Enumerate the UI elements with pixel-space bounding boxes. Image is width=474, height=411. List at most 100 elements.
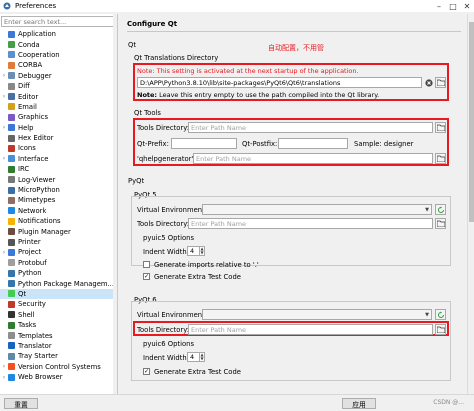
chevron-right-icon[interactable]: › — [0, 155, 8, 162]
pyuic5-indent-label: Indent Width: — [143, 248, 189, 256]
sidebar-item[interactable]: Plugin Manager — [0, 226, 114, 236]
clear-icon[interactable] — [423, 77, 434, 88]
pyuic6-extra-checkbox[interactable]: ✓ — [143, 368, 150, 375]
sidebar-item[interactable]: Icons — [0, 143, 114, 153]
reset-button[interactable]: 重置 — [4, 398, 38, 409]
sidebar-item[interactable]: › Interface — [0, 154, 114, 164]
item-icon — [8, 72, 15, 80]
sidebar-item[interactable]: Tray Starter — [0, 351, 114, 361]
sidebar-item-label: Plugin Manager — [18, 227, 71, 236]
pyqt6-tools-input[interactable]: Enter Path Name — [188, 324, 433, 335]
sidebar-item[interactable]: Shell — [0, 310, 114, 320]
chevron-right-icon[interactable]: › — [0, 93, 8, 100]
search-input[interactable] — [1, 16, 115, 27]
close-icon[interactable]: ✕ — [460, 0, 474, 12]
item-icon — [8, 165, 15, 173]
sidebar-item[interactable]: Network — [0, 206, 114, 216]
sidebar-item[interactable]: › Help — [0, 123, 114, 133]
minimize-icon[interactable]: – — [432, 0, 446, 12]
sidebar-item[interactable]: › Web Browser — [0, 372, 114, 382]
item-icon — [8, 238, 15, 246]
sidebar-item[interactable]: Application — [0, 29, 114, 39]
refresh-icon[interactable] — [435, 309, 446, 320]
sidebar-item[interactable]: Python Package Managem... — [0, 278, 114, 288]
main-scrollbar[interactable] — [467, 14, 474, 394]
refresh-icon[interactable] — [435, 204, 446, 215]
sidebar-item[interactable]: Security — [0, 299, 114, 309]
sidebar-item-label: Debugger — [18, 71, 52, 80]
page-title: Configure Qt — [127, 20, 178, 28]
sidebar-item[interactable]: IRC — [0, 164, 114, 174]
apply-button[interactable]: 应用 — [342, 398, 376, 409]
main-panel: Configure Qt Qt Qt Translations Director… — [121, 14, 474, 394]
sidebar-item[interactable]: Tasks — [0, 320, 114, 330]
pyqt5-venv-select[interactable]: ▼ — [202, 204, 432, 215]
chevron-right-icon[interactable]: › — [0, 72, 8, 79]
pyuic6-indent-spinbox[interactable]: 4 ▲ ▼ — [187, 352, 205, 362]
sidebar-item[interactable]: Log-Viewer — [0, 174, 114, 184]
chevron-right-icon[interactable]: › — [0, 363, 8, 370]
chevron-right-icon[interactable]: › — [0, 374, 8, 381]
sidebar-item[interactable]: Notifications — [0, 216, 114, 226]
pyqt5-tools-label: Tools Directory: — [137, 220, 190, 228]
pyuic5-indent-spinbox[interactable]: 4 ▲ ▼ — [187, 246, 205, 256]
translations-path-input[interactable]: D:\APP\Python3.8.10\lib\site-packages\Py… — [137, 77, 422, 88]
item-icon — [8, 248, 15, 256]
sidebar-item[interactable]: CORBA — [0, 60, 114, 70]
sidebar-item-label: Conda — [18, 40, 40, 49]
pyuic5-extra-checkbox[interactable]: ✓ — [143, 273, 150, 280]
sidebar-item[interactable]: Mimetypes — [0, 195, 114, 205]
sidebar-item[interactable]: › Editor — [0, 91, 114, 101]
sidebar-item[interactable]: Graphics — [0, 112, 114, 122]
spin-arrows-icon[interactable]: ▲ ▼ — [199, 353, 204, 361]
chevron-right-icon[interactable]: › — [0, 249, 8, 256]
pyuic5-options-label: pyuic5 Options — [143, 234, 194, 242]
sidebar-item-label: Editor — [18, 92, 39, 101]
scrollbar-thumb[interactable] — [469, 22, 474, 222]
sidebar-item-label: Tray Starter — [18, 352, 58, 361]
sidebar-item[interactable]: › Version Control Systems — [0, 362, 114, 372]
spin-arrows-icon[interactable]: ▲ ▼ — [199, 247, 204, 255]
sidebar-item[interactable]: Email — [0, 102, 114, 112]
sidebar-item-label: Help — [18, 123, 34, 132]
folder-icon[interactable] — [435, 324, 446, 335]
maximize-icon[interactable]: □ — [446, 0, 460, 12]
sidebar-item[interactable]: Templates — [0, 330, 114, 340]
folder-icon[interactable] — [435, 218, 446, 229]
sidebar-item[interactable]: Conda — [0, 39, 114, 49]
sidebar-item[interactable]: Qt — [0, 288, 114, 300]
qt-postfix-input[interactable] — [278, 138, 348, 149]
sidebar-item[interactable]: Printer — [0, 237, 114, 247]
item-icon — [7, 280, 15, 288]
item-icon — [8, 113, 15, 121]
pyqt6-venv-select[interactable]: ▼ — [202, 309, 432, 320]
tools-directory-input[interactable]: Enter Path Name — [188, 122, 433, 133]
sidebar-item[interactable]: › Project — [0, 247, 114, 257]
folder-icon[interactable] — [435, 77, 446, 88]
sidebar-item[interactable]: › Debugger — [0, 71, 114, 81]
sidebar-item-label: Qt — [18, 289, 27, 298]
pyqt5-tools-input[interactable]: Enter Path Name — [188, 218, 433, 229]
item-icon — [8, 196, 15, 204]
sidebar-item[interactable]: Translator — [0, 341, 114, 351]
qt-prefix-input[interactable] — [171, 138, 237, 149]
sidebar-item[interactable]: Hex Editor — [0, 133, 114, 143]
folder-icon[interactable] — [435, 122, 446, 133]
translations-dir-label: Qt Translations Directory — [134, 54, 219, 62]
qhelpgenerator-input[interactable]: Enter Path Name — [193, 153, 433, 164]
sidebar-item-label: Translator — [18, 341, 52, 350]
item-icon — [8, 269, 15, 277]
folder-icon[interactable] — [435, 153, 446, 164]
sidebar-item-label: Project — [18, 248, 42, 257]
sidebar-item[interactable]: Python — [0, 268, 114, 278]
sidebar-item[interactable]: MicroPython — [0, 185, 114, 195]
sidebar-item-label: Protobuf — [18, 258, 47, 267]
chevron-right-icon[interactable]: › — [0, 124, 8, 131]
sidebar-item[interactable]: Protobuf — [0, 258, 114, 268]
sidebar-item-label: Icons — [18, 144, 36, 153]
sidebar-item[interactable]: Cooperation — [0, 50, 114, 60]
sidebar-scrollbar[interactable] — [113, 14, 117, 394]
sidebar-item[interactable]: Diff — [0, 81, 114, 91]
sidebar-item-label: Hex Editor — [18, 134, 54, 143]
pyuic5-imports-checkbox[interactable] — [143, 261, 150, 268]
